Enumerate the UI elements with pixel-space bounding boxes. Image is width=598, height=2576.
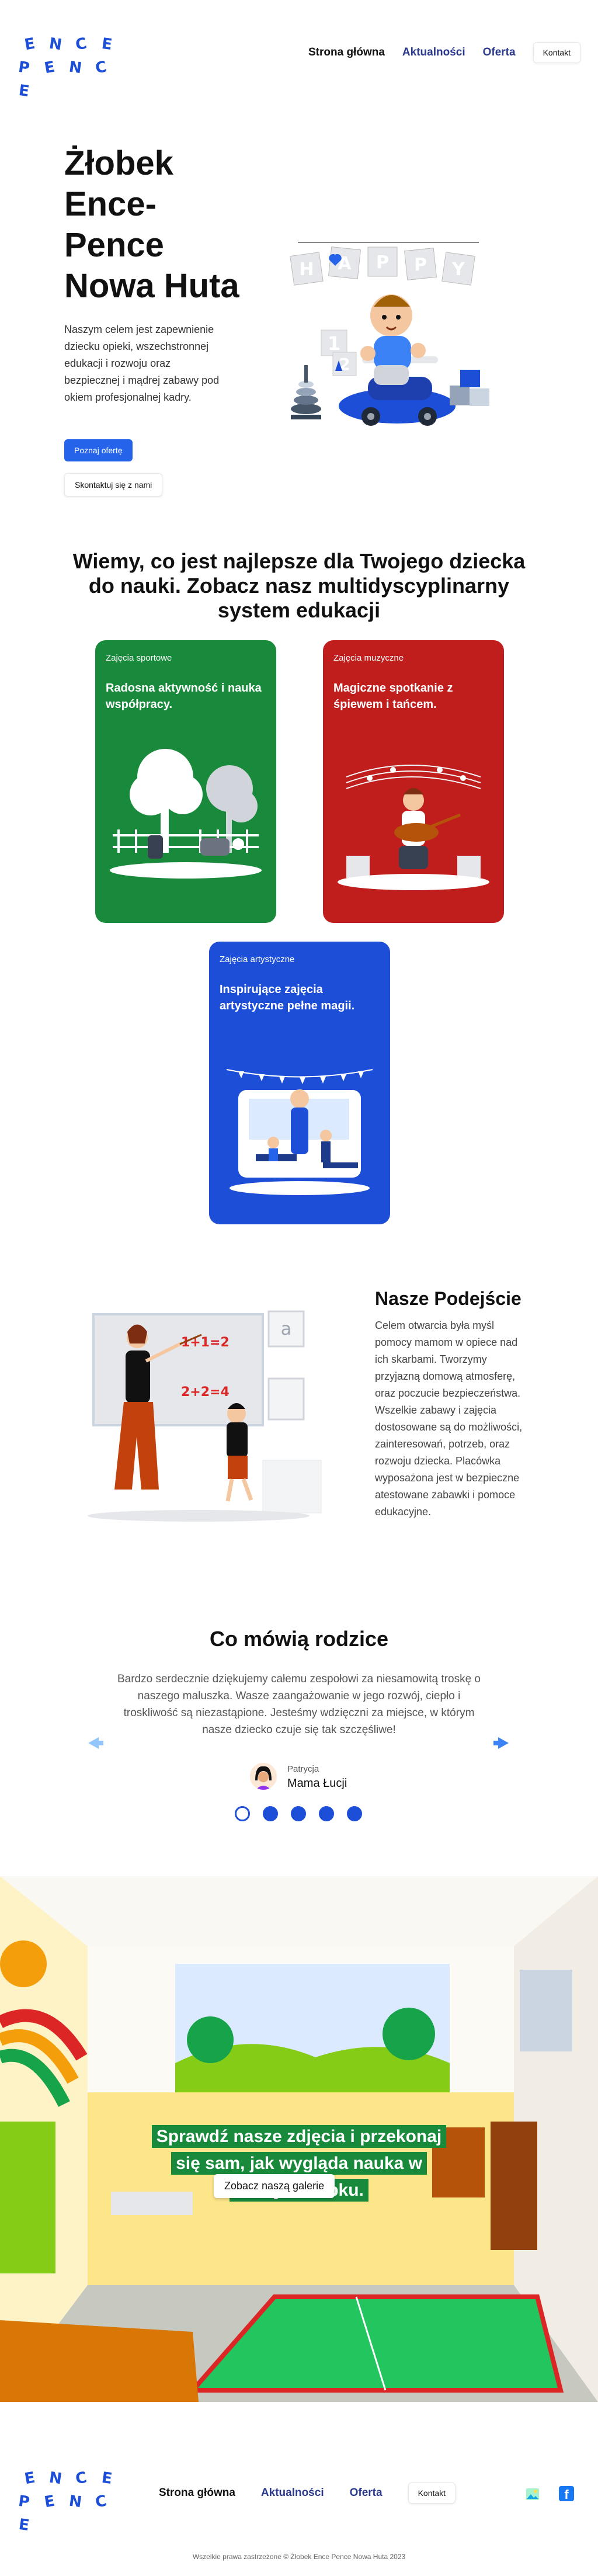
logo-letter: C [74, 2469, 89, 2488]
sports-illustration [110, 749, 262, 879]
hero-block: 1 [328, 332, 340, 355]
prev-arrow-button[interactable] [83, 1730, 109, 1756]
footer-logo[interactable]: E N C E P E N C E [17, 2468, 118, 2536]
education-title: Wiemy, co jest najlepsze dla Twojego dzi… [72, 549, 526, 622]
hero-description: Naszym celem jest zapewnienie dziecku op… [64, 324, 220, 403]
page: E N C E P E N C E Strona główna Aktualno… [0, 0, 598, 2576]
testimonials-title: Co mówią rodzice [209, 1627, 389, 1651]
card-description: Radosna aktywność i nauka współpracy. [106, 682, 262, 711]
logo-letter: E [100, 2469, 113, 2488]
avatar-icon [250, 1763, 277, 1790]
nav-contact-button[interactable]: Kontakt [533, 42, 581, 63]
nav-news[interactable]: Aktualności [402, 46, 465, 59]
nav-offer[interactable]: Oferta [483, 46, 516, 59]
card-category: Zajęcia artystyczne [220, 954, 295, 964]
card-category: Zajęcia muzyczne [333, 653, 404, 663]
approach-title: Nasze Podejście [375, 1288, 521, 1309]
carousel-dot[interactable] [347, 1806, 362, 1821]
board-equation: 1+1=2 [181, 1335, 230, 1350]
card-description: Inspirujące zajęcia artystyczne pełne ma… [220, 983, 355, 1012]
testimonial-author-role: Mama Łucji [287, 1777, 347, 1790]
approach-illustration: 1+1=2 2+2=4 a [88, 1310, 322, 1522]
logo-letter: E [18, 81, 30, 101]
gallery-button[interactable]: Zobacz naszą galerie [214, 2174, 335, 2198]
logo[interactable]: E N C E P E N C E [17, 34, 118, 102]
testimonial-quote: Bardzo serdecznie dziękujemy całemu zesp… [117, 1673, 481, 1736]
image-icon[interactable] [526, 2487, 540, 2501]
approach-text: Celem otwarcia była myśl pomocy mamom w … [375, 1320, 523, 1518]
carousel-dot[interactable] [291, 1806, 306, 1821]
offer-button[interactable]: Poznaj ofertę [64, 439, 133, 461]
footer-nav: Strona główna Aktualności Oferta Kontakt [159, 2483, 456, 2504]
hero-letter: Y [451, 259, 465, 280]
logo-letter: N [48, 34, 63, 54]
hero-letter: P [414, 255, 427, 275]
hero-title: Żłobek Ence-Pence Nowa Huta [64, 144, 239, 305]
card-description: Magiczne spotkanie z śpiewem i tańcem. [333, 682, 453, 711]
logo-letter: C [74, 34, 89, 54]
card-music[interactable]: Zajęcia muzyczne Magiczne spotkanie z śp… [323, 640, 504, 923]
logo-letter: E [18, 2515, 30, 2535]
copyright: Wszelkie prawa zastrzeżone © Żłobek Ence… [192, 2553, 406, 2561]
logo-letter: N [48, 2469, 63, 2488]
logo-letter: E [23, 34, 37, 54]
hero-letter: P [376, 252, 389, 273]
footer-nav-news[interactable]: Aktualności [261, 2487, 324, 2499]
card-category: Zajęcia sportowe [106, 653, 172, 663]
facebook-icon[interactable]: f [559, 2486, 574, 2502]
card-art[interactable]: Zajęcia artystyczne Inspirujące zajęcia … [209, 942, 390, 1224]
main-nav: Strona główna Aktualności Oferta Kontakt [308, 42, 581, 63]
carousel-dot[interactable] [319, 1806, 334, 1821]
avatar [250, 1763, 277, 1790]
site-header: E N C E P E N C E Strona główna Aktualno… [0, 0, 598, 105]
card-sports[interactable]: Zajęcia sportowe Radosna aktywność i nau… [95, 640, 276, 923]
carousel-dot[interactable] [235, 1806, 250, 1821]
logo-letter: E [23, 2469, 37, 2488]
carousel-dots [235, 1806, 362, 1821]
music-illustration [338, 765, 489, 890]
frame-letter: a [281, 1319, 291, 1339]
footer-contact-button[interactable]: Kontakt [408, 2483, 456, 2504]
hero-block: 2 [339, 355, 350, 374]
carousel-dot[interactable] [263, 1806, 278, 1821]
hero-illustration: H A P P Y 1 2 [290, 242, 489, 426]
next-arrow-button[interactable] [488, 1730, 514, 1756]
logo-letter: E [100, 34, 113, 54]
arrow-left-icon [88, 1737, 103, 1749]
contact-us-button[interactable]: Skontaktuj się z nami [64, 473, 163, 497]
art-illustration [226, 1069, 373, 1195]
board-equation: 2+2=4 [181, 1385, 230, 1400]
nav-home[interactable]: Strona główna [308, 46, 385, 59]
footer-nav-home[interactable]: Strona główna [159, 2487, 235, 2499]
hero-letter: H [299, 259, 314, 280]
arrow-right-icon [493, 1737, 509, 1749]
testimonial-author: Patrycja [287, 1764, 319, 1774]
footer-nav-offer[interactable]: Oferta [350, 2487, 383, 2499]
